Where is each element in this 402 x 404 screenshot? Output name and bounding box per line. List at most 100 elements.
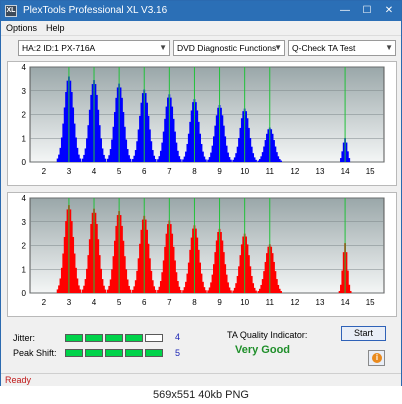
app-icon: XL — [5, 5, 17, 17]
top-x-tick-label: 15 — [366, 167, 375, 176]
bottom-bar — [179, 290, 182, 293]
bottom-bar — [204, 290, 207, 293]
test-select[interactable]: Q-Check TA Test ▼ — [288, 40, 396, 56]
bottom-bar — [129, 289, 132, 293]
jitter-meter-segment — [85, 334, 103, 342]
bottom-x-tick-label: 9 — [217, 298, 222, 307]
top-x-tick-label: 13 — [316, 167, 325, 176]
info-button[interactable]: i — [368, 350, 385, 366]
top-bar — [348, 158, 351, 162]
jitter-meter-segment — [125, 334, 143, 342]
bottom-x-tick-label: 12 — [290, 298, 299, 307]
top-x-tick-label: 5 — [117, 167, 122, 176]
top-bar — [280, 160, 282, 162]
top-bar — [179, 159, 182, 162]
top-x-tick-label: 14 — [341, 167, 350, 176]
peak-shift-meter-segment — [85, 349, 103, 357]
top-chart-svg: 012342 3 4 5 6 7 8 9 10 11 12 13 14 15 — [22, 63, 385, 176]
peak-shift-meter-segment — [125, 349, 143, 357]
app-window: XL PlexTools Professional XL V3.16 — ☐ ✕… — [0, 0, 402, 404]
menu-options[interactable]: Options — [6, 23, 37, 34]
bottom-x-tick-label: 14 — [341, 298, 350, 307]
top-bar — [104, 158, 107, 162]
image-caption: 569x551 40kb PNG — [0, 386, 402, 404]
top-y-tick-label: 2 — [22, 111, 27, 120]
peak-shift-value: 5 — [175, 348, 181, 358]
bottom-x-tick-label: 11 — [266, 298, 275, 307]
top-y-tick-label: 0 — [22, 158, 27, 167]
close-button[interactable]: ✕ — [379, 3, 399, 19]
bottom-x-tick-label: 10 — [240, 298, 249, 307]
drive-select-value: HA:2 ID:1 PX-716A — [22, 43, 96, 53]
title-bar: XL PlexTools Professional XL V3.16 — ☐ ✕ — [1, 1, 401, 21]
bottom-bar — [229, 290, 232, 293]
bottom-chart: 0 1 2 3 4 2 3 4 5 6 7 8 9 10 11 12 13 14 15 — [7, 192, 397, 317]
top-x-tick-label: 4 — [92, 167, 97, 176]
bottom-x-tick-label: 5 — [117, 298, 122, 307]
bottom-bar — [255, 290, 257, 293]
drive-select[interactable]: HA:2 ID:1 PX-716A ▼ — [18, 40, 170, 56]
top-chart: 0 1 2 3 4 2 3 4 5 6 7 8 9 10 11 12 13 14 15 — [7, 61, 397, 186]
test-select-value: Q-Check TA Test — [292, 43, 356, 53]
peak-shift-meter-segment — [65, 349, 83, 357]
bottom-x-tick-label: 3 — [67, 298, 72, 307]
bottom-x-tick-label: 8 — [192, 298, 197, 307]
jitter-label: Jitter: — [13, 333, 36, 343]
top-y-tick-label: 4 — [22, 63, 27, 72]
peak-shift-label: Peak Shift: — [13, 348, 57, 358]
top-x-tick-label: 7 — [167, 167, 172, 176]
bottom-bar — [79, 289, 82, 293]
top-x-tick-label: 3 — [67, 167, 72, 176]
menu-help[interactable]: Help — [46, 23, 65, 34]
top-x-tick-label: 10 — [240, 167, 249, 176]
start-button[interactable]: Start — [341, 326, 386, 341]
bottom-y-tick-label: 1 — [22, 265, 27, 274]
bottom-y-tick-label: 2 — [22, 242, 27, 251]
top-bar — [129, 158, 132, 162]
menu-bar: Options Help — [1, 21, 401, 36]
bottom-y-tick-label: 0 — [22, 289, 27, 298]
bottom-x-tick-label: 4 — [92, 298, 97, 307]
peak-shift-meter — [65, 349, 163, 357]
top-x-tick-label: 2 — [42, 167, 47, 176]
top-bar — [154, 159, 157, 162]
top-x-tick-label: 9 — [217, 167, 222, 176]
top-y-tick-label: 3 — [22, 87, 27, 96]
top-y-tick-label: 1 — [22, 134, 27, 143]
chevron-down-icon: ▼ — [274, 43, 282, 52]
bottom-chart-svg: 012342 3 4 5 6 7 8 9 10 11 12 13 14 15 — [22, 194, 385, 307]
function-select-value: DVD Diagnostic Functions — [177, 43, 277, 53]
top-x-tick-label: 12 — [290, 167, 299, 176]
chevron-down-icon: ▼ — [159, 43, 167, 52]
bottom-y-tick-label: 4 — [22, 194, 27, 203]
peak-shift-meter-segment — [105, 349, 123, 357]
maximize-button[interactable]: ☐ — [357, 3, 377, 19]
top-x-tick-label: 11 — [266, 167, 275, 176]
window-title: PlexTools Professional XL V3.16 — [23, 5, 168, 16]
jitter-meter-segment — [105, 334, 123, 342]
quality-indicator-label: TA Quality Indicator: — [227, 330, 308, 340]
bottom-bar — [349, 290, 352, 293]
info-icon: i — [372, 353, 382, 363]
jitter-meter — [65, 334, 163, 342]
top-bar — [229, 159, 232, 162]
bottom-x-tick-label: 15 — [366, 298, 375, 307]
bottom-bar — [104, 289, 107, 293]
top-bar — [204, 159, 207, 162]
bottom-x-tick-label: 6 — [142, 298, 147, 307]
bottom-x-tick-label: 13 — [316, 298, 325, 307]
top-x-tick-label: 6 — [142, 167, 147, 176]
bottom-bar — [154, 289, 157, 293]
top-x-tick-label: 8 — [192, 167, 197, 176]
minimize-button[interactable]: — — [335, 3, 355, 19]
jitter-value: 4 — [175, 332, 181, 342]
bottom-y-tick-label: 3 — [22, 218, 27, 227]
jitter-meter-segment — [65, 334, 83, 342]
chevron-down-icon: ▼ — [385, 43, 393, 52]
status-bar: Ready — [1, 373, 401, 386]
peak-shift-meter-segment — [145, 349, 163, 357]
top-bar — [79, 158, 82, 162]
bottom-bar — [280, 291, 282, 293]
function-select[interactable]: DVD Diagnostic Functions ▼ — [173, 40, 285, 56]
bottom-x-tick-label: 2 — [42, 298, 47, 307]
